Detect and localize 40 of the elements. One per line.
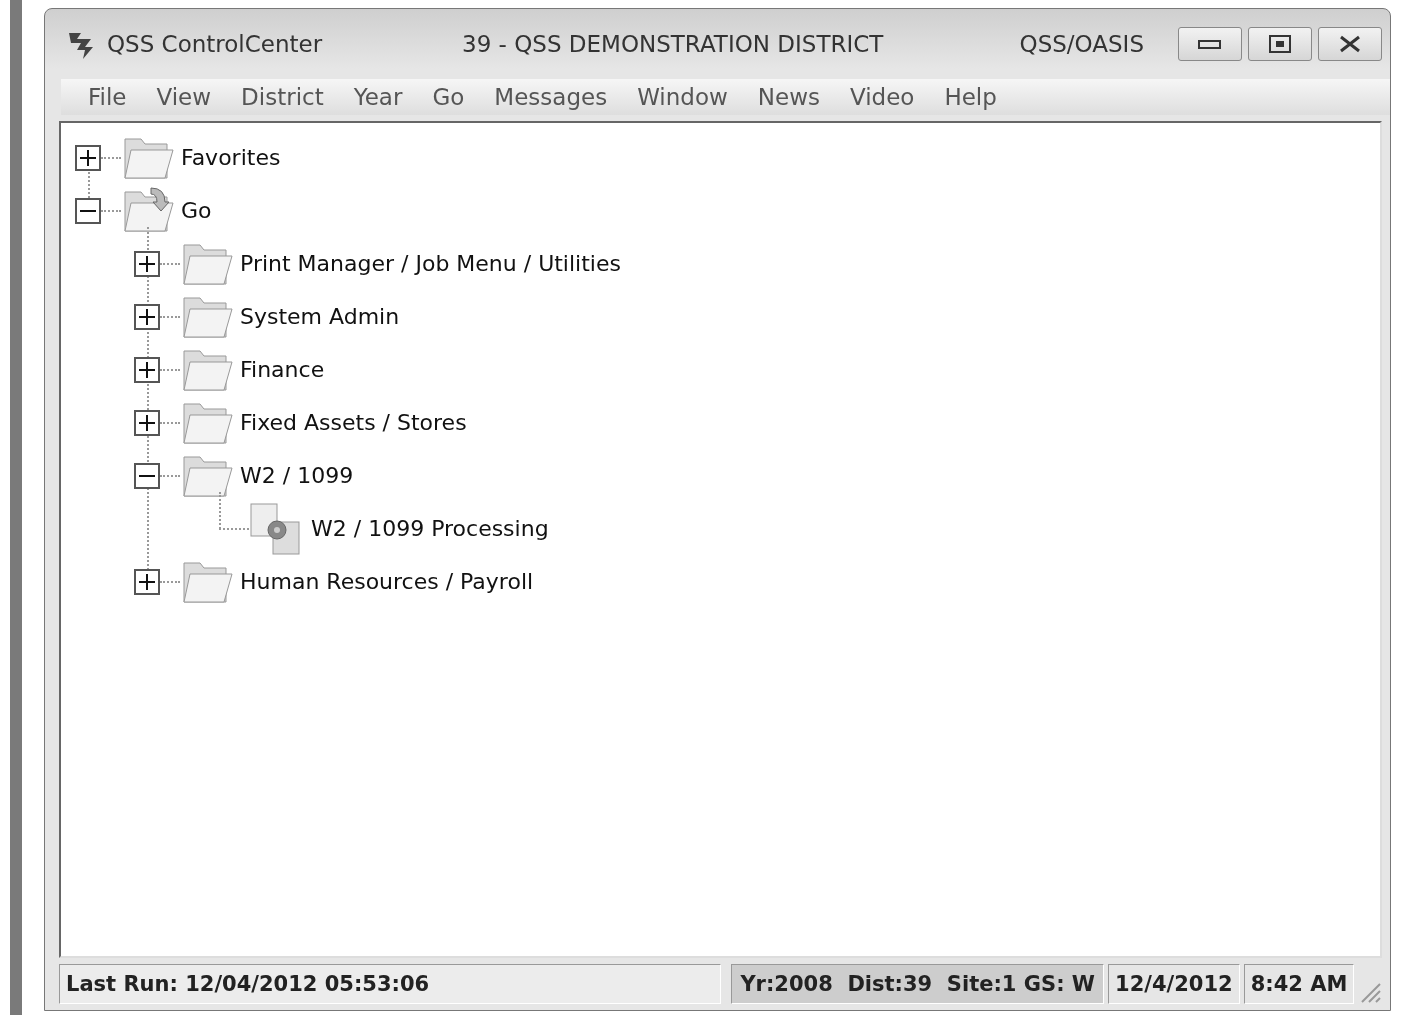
minimize-icon (1198, 38, 1222, 50)
menu-item[interactable]: News (742, 84, 835, 110)
tree-item[interactable]: Human Resources / Payroll (240, 569, 534, 594)
tree-item[interactable]: Fixed Assets / Stores (240, 410, 467, 435)
tree-item[interactable]: Finance (240, 357, 325, 382)
close-icon (1338, 35, 1362, 53)
menu-item[interactable]: Messages (479, 84, 623, 110)
menu-item[interactable]: Go (417, 84, 480, 110)
tree-item[interactable]: System Admin (240, 304, 400, 329)
menu-item[interactable]: File (73, 84, 142, 110)
last-run-status: Last Run: 12/04/2012 05:53:06 (59, 964, 722, 1004)
expand-toggle[interactable] (134, 250, 160, 277)
restore-button[interactable] (1248, 27, 1312, 61)
expand-toggle[interactable] (134, 356, 160, 383)
collapse-toggle[interactable] (134, 462, 160, 489)
menu-item[interactable]: Help (929, 84, 1012, 110)
window-title: QSS ControlCenter (107, 31, 324, 57)
expand-toggle[interactable] (134, 303, 160, 330)
tree-item[interactable]: W2 / 1099 (240, 463, 354, 488)
menu-item[interactable]: Window (622, 84, 743, 110)
system-title: QSS/OASIS (1019, 31, 1144, 57)
menu-item[interactable]: Video (834, 84, 930, 110)
tree-item[interactable]: Print Manager / Job Menu / Utilities (240, 251, 621, 276)
district-title: 39 - QSS DEMONSTRATION DISTRICT (462, 31, 885, 57)
tree-item[interactable]: Favorites (181, 145, 281, 170)
time-status: 8:42 AM (1243, 964, 1355, 1004)
expand-toggle[interactable] (75, 144, 101, 171)
menu-item[interactable]: View (141, 84, 227, 110)
menu-item[interactable]: District (226, 84, 339, 110)
tree-item[interactable]: Go (181, 198, 212, 223)
restore-icon (1269, 35, 1291, 53)
collapse-toggle[interactable] (75, 197, 101, 224)
date-status: 12/4/2012 (1108, 964, 1240, 1004)
tree-item[interactable]: W2 / 1099 Processing (311, 516, 549, 541)
close-button[interactable] (1318, 27, 1382, 61)
context-status: Yr:2008 Dist:39 Site:1 GS: W (731, 964, 1104, 1004)
expand-toggle[interactable] (134, 568, 160, 595)
expand-toggle[interactable] (134, 409, 160, 436)
minimize-button[interactable] (1178, 27, 1242, 61)
menu-item[interactable]: Year (338, 84, 418, 110)
